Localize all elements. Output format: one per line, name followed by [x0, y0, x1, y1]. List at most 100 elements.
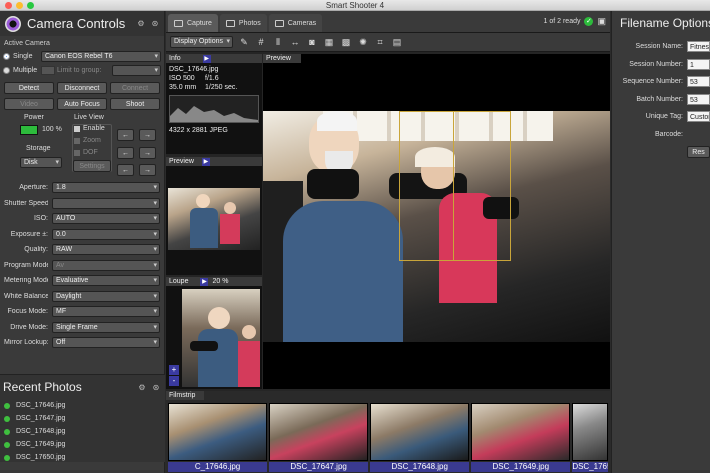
fit-width-icon[interactable]: ↔: [289, 36, 301, 48]
focus-mode-select[interactable]: MF: [52, 306, 160, 318]
liveview-settings-button[interactable]: Settings: [73, 160, 111, 172]
session-number-input[interactable]: 1: [687, 58, 710, 70]
recent-photo-name: DSC_17646.jpg: [16, 402, 66, 409]
display-options-select[interactable]: Display Options: [170, 36, 233, 48]
filmstrip-thumb[interactable]: [269, 403, 369, 461]
single-radio[interactable]: [3, 52, 10, 60]
enable-row[interactable]: Enable: [74, 125, 105, 132]
liveview-right-arrow-button[interactable]: →: [139, 129, 156, 141]
metering-mode-select[interactable]: Evaluative: [52, 275, 160, 287]
session-name-input[interactable]: Fitness: [687, 41, 710, 53]
focus-near-button[interactable]: ←: [117, 147, 134, 159]
ready-dot-icon: [4, 454, 10, 461]
columns-icon[interactable]: ⫴: [272, 36, 284, 48]
power-value: 100 %: [42, 126, 62, 133]
info-iso: ISO 500: [169, 75, 195, 82]
property-row: Quality: RAW: [0, 242, 164, 258]
shutter-speed-select[interactable]: [52, 197, 160, 209]
storage-select[interactable]: Disk: [20, 157, 62, 168]
crop-icon[interactable]: ⌗: [374, 36, 386, 48]
camera-select[interactable]: Canon EOS Rebel T6: [41, 50, 161, 62]
limit-checkbox[interactable]: [41, 65, 55, 75]
ready-status: 1 of 2 ready ✓ ▣: [544, 16, 606, 27]
checker-icon[interactable]: ▦: [323, 36, 335, 48]
checker-alt-icon[interactable]: ▩: [340, 36, 352, 48]
aperture-select[interactable]: 1.8: [52, 182, 160, 194]
drive-mode-select[interactable]: Single Frame: [52, 321, 160, 333]
filmstrip-thumb[interactable]: [168, 403, 268, 461]
sequence-number-input[interactable]: 53: [687, 76, 710, 88]
overlay-icon[interactable]: ▤: [391, 36, 403, 48]
active-camera-label: Active Camera: [4, 40, 50, 47]
list-item[interactable]: DSC_17650.jpg: [0, 451, 165, 464]
multiple-radio[interactable]: [3, 66, 10, 74]
display-toolbar: Display Options ✎ # ⫴ ↔ ◙ ▦ ▩ ✺ ⌗ ▤: [166, 33, 610, 52]
filmstrip-thumb[interactable]: [471, 403, 571, 461]
quality-label: Quality:: [24, 246, 48, 254]
loupe-zoom-out-button[interactable]: -: [169, 376, 179, 386]
histogram: [169, 95, 259, 123]
focus-far-button[interactable]: →: [139, 147, 156, 159]
field-row: Barcode:: [612, 126, 710, 144]
preview-small-expand-icon[interactable]: ▶: [201, 157, 210, 166]
exposure-select[interactable]: 0.0: [52, 228, 160, 240]
recent-options-icon[interactable]: ⊛: [151, 383, 161, 392]
list-item[interactable]: DSC_17647.jpg: [0, 412, 165, 425]
preview-small-title-bar: Preview ▶: [166, 157, 262, 166]
tab-cameras[interactable]: Cameras: [268, 14, 323, 32]
loupe-zoom-in-button[interactable]: +: [169, 365, 179, 375]
main-tabs: Capture Photos Cameras 1 of 2 ready ✓ ▣: [166, 11, 610, 33]
zoom-window-button[interactable]: [27, 2, 34, 9]
woman-shirt-shape: [220, 214, 240, 244]
dof-row[interactable]: DOF: [74, 149, 98, 156]
filmstrip-thumb[interactable]: [572, 403, 608, 461]
grid-icon[interactable]: #: [255, 36, 267, 48]
batch-number-input[interactable]: 53: [687, 93, 710, 105]
connect-button[interactable]: Connect: [110, 82, 160, 94]
main-preview-panel: Preview: [263, 54, 610, 389]
property-row: Shutter Speed:: [0, 196, 164, 212]
camera-status-icon[interactable]: ▣: [597, 16, 606, 27]
zoom-checkbox[interactable]: [74, 137, 80, 144]
tab-capture[interactable]: Capture: [168, 14, 218, 32]
program-mode-select[interactable]: Av: [52, 259, 160, 271]
focus-near-fine-button[interactable]: ←: [117, 164, 134, 176]
property-row: ISO: AUTO: [0, 211, 164, 227]
reset-button[interactable]: Res: [687, 145, 710, 158]
disconnect-button[interactable]: Disconnect: [57, 82, 107, 94]
list-item[interactable]: DSC_17648.jpg: [0, 425, 165, 438]
tab-photos[interactable]: Photos: [219, 14, 267, 32]
loupe-image: [182, 289, 260, 387]
auto-focus-button[interactable]: Auto Focus: [57, 98, 107, 110]
shoot-button[interactable]: Shoot: [110, 98, 160, 110]
unique-tag-input[interactable]: Custom: [687, 111, 710, 123]
white-balance-select[interactable]: Daylight: [52, 290, 160, 302]
list-item[interactable]: DSC_17646.jpg: [0, 399, 165, 412]
detect-button[interactable]: Detect: [4, 82, 54, 94]
minimize-window-button[interactable]: [16, 2, 23, 9]
info-expand-icon[interactable]: ▶: [202, 54, 211, 63]
settings-gear-icon[interactable]: ⚙: [136, 19, 146, 28]
multiple-label: Multiple: [13, 66, 38, 74]
options-icon[interactable]: ⊛: [150, 19, 160, 28]
focus-icon[interactable]: ✺: [357, 36, 369, 48]
camera-icon[interactable]: ◙: [306, 36, 318, 48]
pencil-icon[interactable]: ✎: [238, 36, 250, 48]
recent-photo-name: DSC_17649.jpg: [16, 441, 66, 448]
filmstrip-thumb[interactable]: [370, 403, 470, 461]
loupe-expand-icon[interactable]: ▶: [200, 277, 209, 286]
close-window-button[interactable]: [5, 2, 12, 9]
quality-select[interactable]: RAW: [52, 244, 160, 256]
dof-checkbox[interactable]: [74, 149, 80, 156]
iso-select[interactable]: AUTO: [52, 213, 160, 225]
group-select[interactable]: [112, 64, 161, 76]
recent-settings-icon[interactable]: ⚙: [137, 383, 147, 392]
focus-far-fine-button[interactable]: →: [139, 164, 156, 176]
video-button[interactable]: Video: [4, 98, 54, 110]
mirror-lockup-select[interactable]: Off: [52, 337, 160, 349]
enable-checkbox[interactable]: [74, 125, 80, 132]
list-item[interactable]: DSC_17649.jpg: [0, 438, 165, 451]
zoom-row[interactable]: Zoom: [74, 137, 101, 144]
liveview-left-arrow-button[interactable]: ←: [117, 129, 134, 141]
limit-group-label: Limit to group:: [57, 66, 102, 74]
